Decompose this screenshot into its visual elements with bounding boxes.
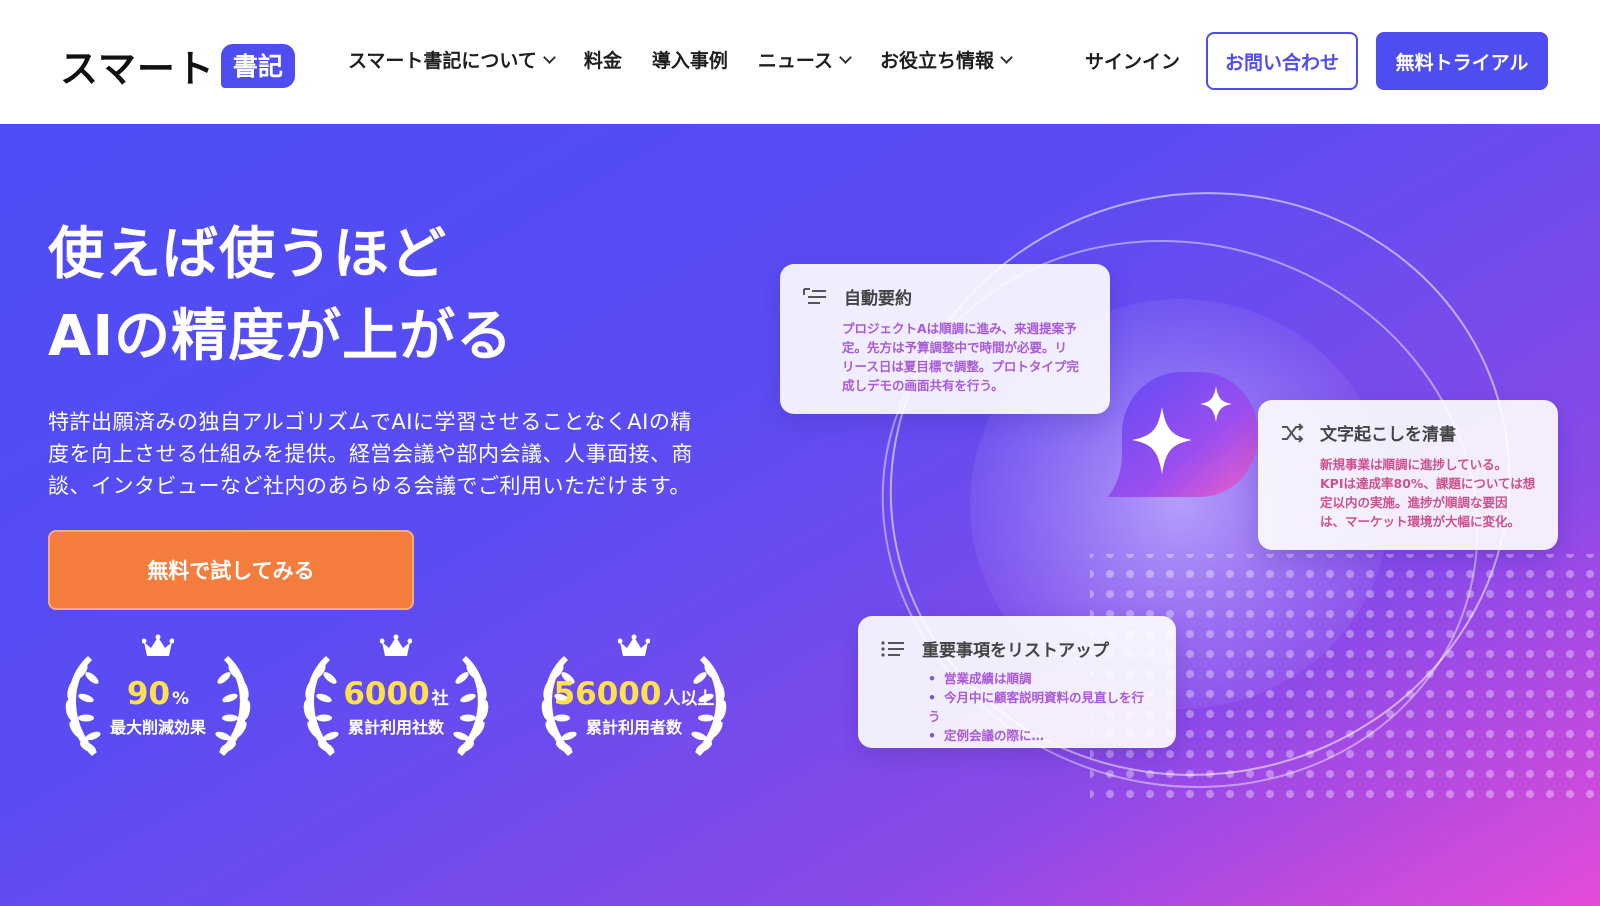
award-reduction: 90% 最大削減効果 [48, 634, 268, 764]
card-title: 重要事項をリストアップ [922, 641, 1109, 661]
main-nav: スマート書記について 料金 導入事例 ニュース お役立ち情報 [348, 46, 1041, 73]
card-body: 新規事業は順調に進捗している。 KPIは達成率80%、課題については想 定以内の… [1320, 455, 1536, 531]
chevron-down-icon [839, 50, 852, 64]
award-unit: % [172, 689, 190, 709]
award-label: 累計利用者数 [585, 718, 682, 737]
award-unit: 人以上 [663, 689, 715, 709]
chevron-down-icon [543, 50, 556, 64]
site-header: スマート 書記 スマート書記について 料金 導入事例 ニュース お役立ち情報 サ… [0, 0, 1600, 124]
list-item: 定例会議の際に… [928, 726, 1154, 745]
hero-description-line: 度を向上させる仕組みを提供。経営会議や部内会議、人事面接、商 [48, 442, 693, 466]
card-line: 新規事業は順調に進捗している。 [1320, 457, 1508, 472]
award-label: 累計利用社数 [347, 718, 444, 737]
card-line: KPIは達成率80%、課題については想 [1320, 476, 1536, 491]
crown-icon [618, 634, 650, 656]
nav-item-cases[interactable]: 導入事例 [652, 46, 728, 73]
free-trial-button[interactable]: 無料トライアル [1376, 32, 1548, 90]
card-line: 成しデモの画面共有を行う。 [842, 378, 1004, 393]
nav-item-label: 導入事例 [651, 50, 728, 72]
chevron-down-icon [1000, 50, 1013, 64]
nav-item-news[interactable]: ニュース [757, 46, 852, 73]
hero-description-line: 特許出願済みの独自アルゴリズムでAIに学習させることなくAIの精 [48, 410, 692, 434]
hero-title: 使えば使うほど AIの精度が上がる [48, 214, 513, 378]
nav-item-label: スマート書記について [348, 50, 537, 72]
card-line: 定。先方は予算調整中で時間が必要。リ [842, 340, 1068, 355]
hero-description: 特許出願済みの独自アルゴリズムでAIに学習させることなくAIの精 度を向上させる… [48, 406, 738, 502]
summary-icon [803, 287, 826, 304]
signin-link[interactable]: サインイン [1085, 47, 1180, 74]
logo[interactable]: スマート 書記 [60, 38, 295, 93]
award-unit: 社 [431, 689, 449, 709]
award-value: 56000 人以上 [553, 676, 715, 712]
award-label: 最大削減効果 [109, 718, 206, 737]
card-line: プロジェクトAは順調に進み、来週提案予 [842, 321, 1077, 336]
award-users: 56000 人以上 累計利用者数 [524, 634, 744, 764]
card-title: 自動要約 [844, 289, 912, 309]
hero-illustration: 自動要約 プロジェクトAは順調に進み、来週提案予 定。先方は予算調整中で時間が必… [780, 184, 1600, 804]
key-items-card: 重要事項をリストアップ 営業成績は順調 今月中に顧客説明資料の見直しを行う 定例… [858, 616, 1176, 748]
card-line: 定以内の実施。進捗が順調な要因 [1320, 495, 1508, 510]
crown-icon [380, 634, 412, 656]
nav-item-label: 料金 [583, 50, 622, 72]
list-item: 今月中に顧客説明資料の見直しを行う [928, 688, 1154, 726]
list-item: 営業成績は順調 [928, 669, 1154, 688]
summary-card: 自動要約 プロジェクトAは順調に進み、来週提案予 定。先方は予算調整中で時間が必… [780, 264, 1110, 414]
shuffle-icon [1282, 422, 1304, 443]
try-free-button[interactable]: 無料で試してみる [48, 530, 414, 610]
hero-title-line: 使えば使うほど [48, 222, 447, 287]
contact-button[interactable]: お問い合わせ [1206, 32, 1358, 90]
nav-item-resources[interactable]: お役立ち情報 [879, 46, 1013, 73]
nav-item-label: ニュース [757, 50, 833, 72]
card-line: は、マーケット環境が大幅に変化。 [1320, 514, 1521, 529]
nav-item-pricing[interactable]: 料金 [584, 46, 622, 73]
crown-icon [142, 634, 174, 656]
logo-text: スマート [60, 47, 215, 91]
transcript-clean-card: 文字起こしを清書 新規事業は順調に進捗している。 KPIは達成率80%、課題につ… [1258, 400, 1558, 550]
logo-badge: 書記 [220, 43, 295, 88]
card-body: プロジェクトAは順調に進み、来週提案予 定。先方は予算調整中で時間が必要。リ リ… [842, 319, 1088, 395]
award-companies: 6000 社 累計利用社数 [286, 634, 506, 764]
list-icon [881, 640, 904, 657]
nav-item-about[interactable]: スマート書記について [348, 46, 556, 73]
hero-description-line: 談、インタビューなど社内のあらゆる会議でご利用いただけます。 [48, 474, 691, 498]
hero-title-line: AIの精度が上がる [48, 304, 514, 369]
key-items-list: 営業成績は順調 今月中に顧客説明資料の見直しを行う 定例会議の際に… [928, 669, 1154, 745]
card-title: 文字起こしを清書 [1320, 425, 1456, 445]
award-value: 90% [126, 676, 190, 712]
nav-item-label: お役立ち情報 [879, 50, 994, 72]
award-value: 6000 社 [343, 676, 449, 712]
card-line: リース日は夏目標で調整。プロトタイプ完 [842, 359, 1079, 374]
hero-section: 使えば使うほど AIの精度が上がる 特許出願済みの独自アルゴリズムでAIに学習さ… [0, 124, 1600, 906]
